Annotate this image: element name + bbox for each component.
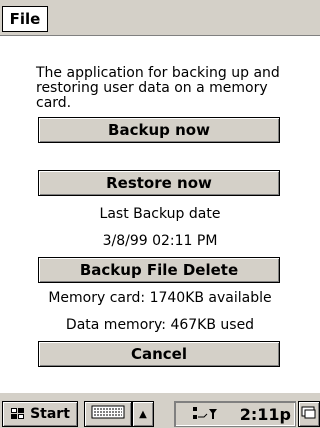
connection-icon[interactable] xyxy=(189,405,225,427)
memory-card-status: Memory card: 1740KB available xyxy=(48,290,272,306)
start-label: Start xyxy=(30,406,70,422)
backup-file-delete-button[interactable]: Backup File Delete xyxy=(38,257,280,283)
file-menu[interactable]: File xyxy=(2,6,48,32)
clock[interactable]: 2:11p xyxy=(240,405,291,424)
desktop-button[interactable] xyxy=(298,401,320,427)
up-arrow-icon: ▲ xyxy=(139,408,147,420)
desktop-icon xyxy=(301,404,317,424)
restore-now-button[interactable]: Restore now xyxy=(38,170,280,196)
main-content: The application for backing up and resto… xyxy=(0,36,320,392)
windows-flag-icon xyxy=(10,406,26,422)
keyboard-icon xyxy=(91,404,125,424)
input-panel-arrow-button[interactable]: ▲ xyxy=(132,401,154,427)
cancel-button[interactable]: Cancel xyxy=(38,341,280,367)
system-tray: 2:11p xyxy=(174,401,296,427)
data-memory-status: Data memory: 467KB used xyxy=(65,317,255,333)
start-button[interactable]: Start xyxy=(2,401,78,427)
last-backup-date: 3/8/99 02:11 PM xyxy=(102,233,218,249)
backup-now-button[interactable]: Backup now xyxy=(38,117,280,143)
last-backup-label: Last Backup date xyxy=(99,206,221,222)
description-text: The application for backing up and resto… xyxy=(36,65,280,111)
menu-bar: File xyxy=(0,0,320,36)
keyboard-button[interactable] xyxy=(84,401,132,427)
taskbar: Start ▲ 2:11p xyxy=(0,392,320,428)
